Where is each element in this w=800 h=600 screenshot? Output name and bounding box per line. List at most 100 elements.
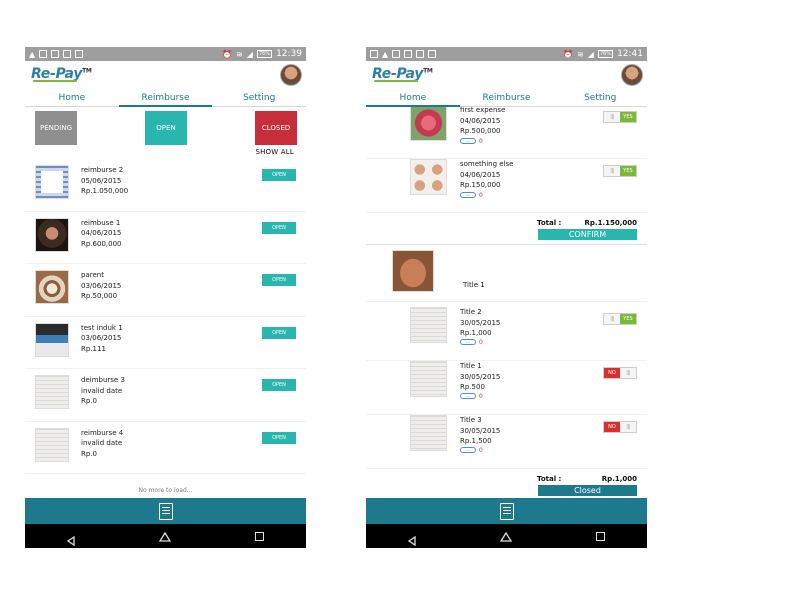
avatar[interactable] (621, 64, 643, 86)
warning-icon: ▲ (382, 49, 389, 59)
home-icon[interactable] (158, 527, 172, 546)
screenshot-thumbnail (35, 165, 69, 199)
list-item[interactable]: first expense 04/06/2015 Rp.500,000 ... … (366, 107, 647, 159)
more-chip[interactable]: ... (460, 192, 476, 198)
filter-open-button[interactable]: OPEN (145, 111, 187, 145)
pinterest-icon (428, 50, 437, 58)
status-badge[interactable]: OPEN (262, 169, 296, 181)
list-item[interactable]: Title 1 30/05/2015 Rp.500 ... 0 NO ||| (366, 361, 647, 415)
tab-home[interactable]: Home (366, 91, 460, 107)
item-amount: Rp.1,500 (460, 437, 492, 445)
bottom-action-bar (366, 498, 647, 524)
closed-button[interactable]: Closed (538, 485, 637, 496)
status-badge[interactable]: OPEN (262, 431, 296, 444)
comment-count: 0 (479, 393, 483, 400)
confirm-button[interactable]: CONFIRM (538, 229, 637, 240)
approval-toggle[interactable]: ||| YES (603, 313, 637, 325)
app-bar: Re-PayTM (25, 61, 306, 91)
filter-closed-button[interactable]: CLOSED (255, 111, 297, 145)
item-amount: Rp.1,000 (460, 329, 492, 337)
more-chip[interactable]: ... (460, 339, 476, 345)
item-title: reimburse 2 (81, 166, 124, 174)
wifi-icon: ≋ (577, 49, 584, 59)
receipt-thumbnail (35, 427, 69, 462)
rose-thumbnail (410, 107, 447, 141)
tab-reimburse[interactable]: Reimburse (118, 91, 213, 107)
avatar[interactable] (280, 64, 302, 86)
document-icon[interactable] (158, 502, 173, 520)
status-badge[interactable]: OPEN (262, 274, 296, 286)
group-title: Title 1 (463, 281, 485, 289)
item-date: 30/05/2015 (460, 372, 501, 381)
wifi-icon: ≋ (236, 49, 243, 59)
list-item[interactable]: Title 2 30/05/2015 Rp.1,000 ... 0 ||| YES (366, 307, 647, 361)
item-title: reimburse 4 (81, 428, 124, 437)
total-label: Total : (537, 475, 562, 483)
tab-home[interactable]: Home (25, 91, 119, 106)
item-title: Title 1 (460, 362, 482, 370)
approval-toggle[interactable]: NO ||| (603, 367, 637, 379)
status-filters: PENDING OPEN CLOSED (25, 111, 306, 147)
message-icon (404, 50, 413, 58)
status-badge[interactable]: OPEN (262, 221, 296, 234)
item-title: parent (81, 271, 104, 279)
item-date: invalid date (81, 386, 123, 395)
list-item[interactable]: reimburse 2 05/06/2015 Rp.1.050,000 OPEN (25, 159, 306, 212)
list-item[interactable]: deimburse 3 invalid date Rp.0 OPEN (25, 369, 306, 422)
show-all-link[interactable]: SHOW ALL (255, 148, 294, 156)
image-icon (39, 50, 48, 58)
faces-thumbnail (410, 159, 447, 195)
warning-icon: ▲ (29, 49, 36, 59)
list-item[interactable]: reimburse 4 invalid date Rp.0 OPEN (25, 422, 306, 474)
list-item[interactable]: parent 03/06/2015 Rp.50,000 OPEN (25, 264, 306, 317)
no-more-label: No more to load... (138, 487, 193, 494)
approval-toggle[interactable]: ||| YES (603, 165, 637, 177)
alarm-icon: ⏰ (563, 49, 574, 59)
list-item[interactable]: Title 3 30/05/2015 Rp.1,500 ... 0 NO ||| (366, 415, 647, 469)
more-chip[interactable]: ... (460, 447, 476, 453)
back-icon[interactable] (407, 531, 416, 547)
total-value: Rp.1.150,000 (584, 219, 637, 227)
document-icon[interactable] (499, 502, 514, 520)
list-item[interactable]: reimbuse 1 04/06/2015 Rp.600,000 OPEN (25, 212, 306, 264)
status-badge[interactable]: OPEN (262, 379, 296, 391)
item-date: 03/06/2015 (81, 334, 122, 342)
list-item[interactable]: test induk 1 03/06/2015 Rp.111 OPEN (25, 317, 306, 369)
list-item[interactable]: something else 04/06/2015 Rp.150,000 ...… (366, 159, 647, 213)
tab-setting[interactable]: Setting (553, 91, 647, 106)
item-amount: Rp.150,000 (460, 181, 501, 189)
signal-icon: ◢ (587, 49, 594, 59)
item-date: invalid date (81, 439, 123, 447)
item-amount: Rp.50,000 (81, 292, 118, 300)
tab-reimburse[interactable]: Reimburse (460, 91, 554, 106)
home-icon[interactable] (499, 527, 513, 546)
app-bar: Re-PayTM (366, 61, 647, 91)
phone-screen-reimburse: ▲ ⏰ ≋ ◢ 76% 12:39 Re-PayTM Home Reimburs… (25, 47, 306, 548)
comment-count: 0 (479, 138, 483, 145)
alarm-icon: ⏰ (222, 49, 233, 59)
status-bar: ▲ ⏰ ≋ ◢ 76% 12:39 (25, 47, 306, 61)
filter-pending-button[interactable]: PENDING (35, 111, 77, 145)
smiling-face-thumbnail (392, 250, 434, 292)
system-nav-bar (25, 524, 306, 548)
item-title: reimbuse 1 (81, 218, 121, 227)
laptop-thumbnail (35, 322, 69, 357)
item-amount: Rp.600,000 (81, 239, 122, 248)
battery-indicator: 76% (256, 50, 273, 58)
recents-icon[interactable] (255, 531, 264, 541)
group-header[interactable]: Title 1 (366, 244, 647, 302)
item-date: 04/06/2015 (460, 116, 501, 125)
approval-toggle[interactable]: NO ||| (603, 421, 637, 433)
recents-icon[interactable] (596, 531, 605, 541)
status-badge[interactable]: OPEN (262, 326, 296, 339)
item-date: 04/06/2015 (460, 170, 501, 179)
total-label: Total : (537, 219, 562, 227)
tab-setting[interactable]: Setting (212, 91, 306, 106)
tab-bar: Home Reimburse Setting (25, 91, 306, 107)
more-chip[interactable]: ... (460, 393, 476, 399)
item-date: 05/06/2015 (81, 176, 122, 185)
item-title: first expense (460, 107, 506, 114)
more-chip[interactable]: ... (460, 138, 476, 144)
back-icon[interactable] (66, 531, 75, 547)
approval-toggle[interactable]: ||| YES (603, 111, 637, 123)
